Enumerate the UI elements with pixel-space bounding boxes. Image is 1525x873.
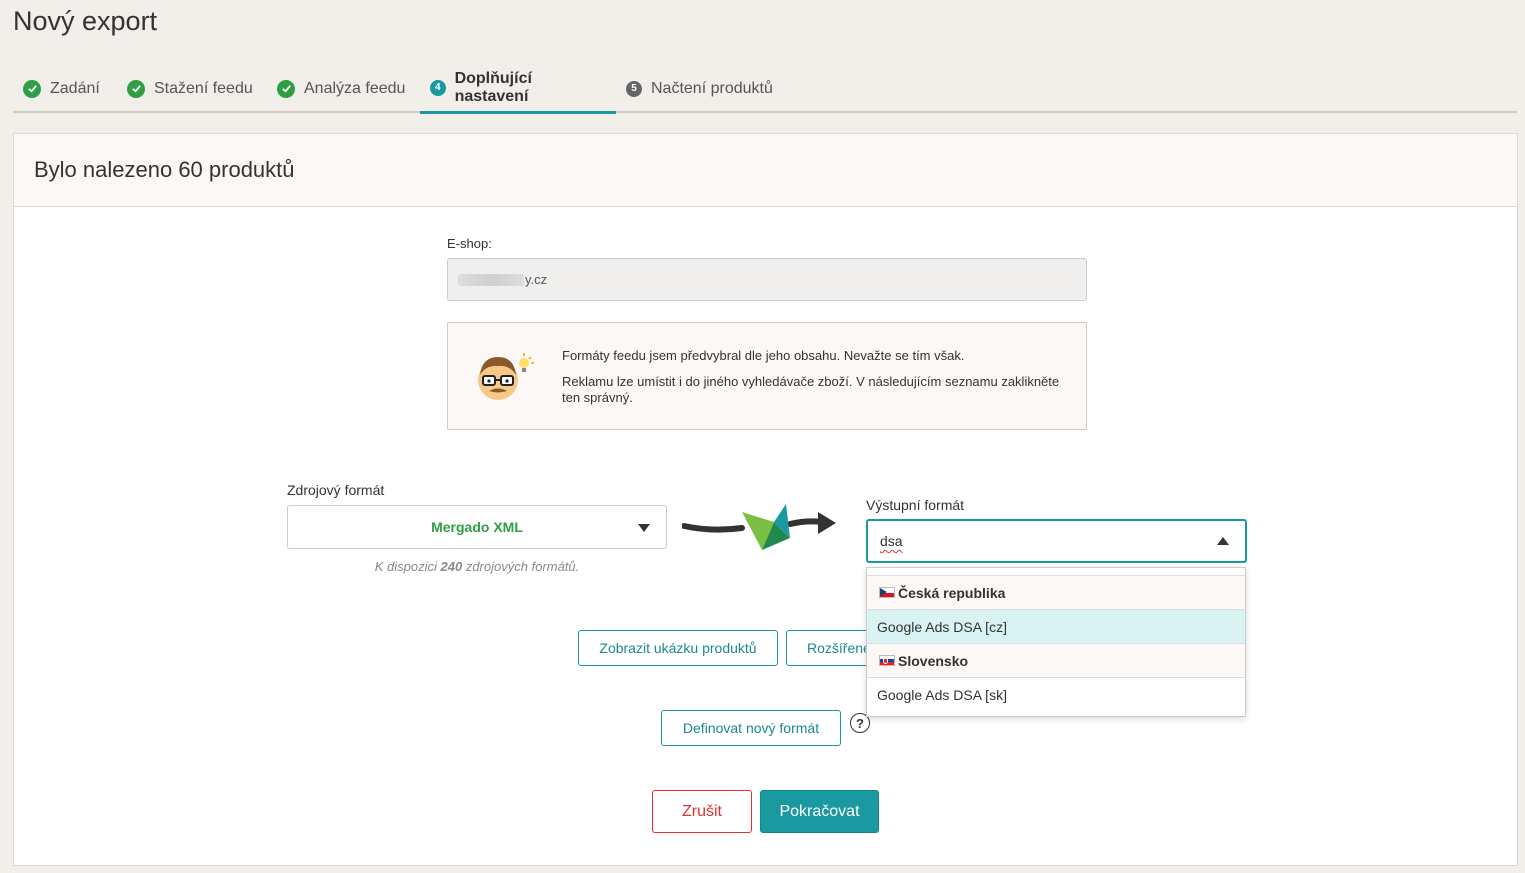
redacted-text	[458, 273, 524, 286]
source-format-select[interactable]: Mergado XML	[287, 505, 667, 549]
step-stazeni-feedu[interactable]: Stažení feedu	[117, 64, 263, 113]
caret-up-icon	[1217, 537, 1229, 545]
eshop-label: E-shop:	[447, 236, 492, 251]
step-nacteni-produktu[interactable]: 5 Načtení produktů	[616, 64, 783, 113]
eshop-value: y.cz	[525, 272, 548, 287]
group-label: Slovensko	[898, 652, 969, 669]
output-format-search[interactable]: dsa	[866, 519, 1247, 563]
card-title: Bylo nalezeno 60 produktů	[14, 134, 1517, 207]
slovak-flag-icon	[879, 655, 895, 666]
wizard-steps: Zadání Stažení feedu Analýza feedu 4 Dop…	[13, 64, 1517, 114]
group-label: Česká republika	[898, 584, 1006, 601]
continue-button[interactable]: Pokračovat	[760, 790, 879, 833]
step-doplnujici-nastaveni[interactable]: 4 Doplňující nastavení	[420, 64, 616, 114]
source-format-value: Mergado XML	[431, 519, 523, 535]
output-format-dropdown: Česká republika Google Ads DSA [cz] Slov…	[866, 567, 1246, 717]
note-prefix: K dispozici	[374, 559, 437, 574]
step-number-badge: 5	[626, 80, 642, 97]
dropdown-group-sk: Slovensko	[867, 643, 1245, 677]
hint-text-2: Reklamu lze umístit i do jiného vyhledáv…	[562, 374, 1060, 405]
show-preview-button[interactable]: Zobrazit ukázku produktů	[578, 630, 778, 666]
step-label: Načtení produktů	[651, 79, 773, 97]
source-format-note: K dispozici 240 zdrojových formátů.	[287, 559, 667, 574]
cancel-button[interactable]: Zrušit	[652, 790, 752, 833]
step-label: Doplňující nastavení	[454, 69, 532, 105]
mascot-icon	[478, 353, 534, 400]
output-format-input[interactable]: dsa	[880, 533, 903, 549]
step-number-badge: 4	[430, 79, 446, 96]
step-label: Stažení feedu	[154, 79, 253, 97]
step-analyza-feedu[interactable]: Analýza feedu	[267, 64, 415, 113]
export-card: Bylo nalezeno 60 produktů E-shop: y.cz F…	[13, 133, 1518, 866]
output-format-label: Výstupní formát	[866, 497, 965, 513]
check-icon	[23, 79, 41, 98]
define-format-button[interactable]: Definovat nový formát	[661, 710, 841, 746]
convert-arrow-icon	[682, 504, 836, 550]
caret-down-icon	[638, 524, 650, 532]
eshop-field: y.cz	[447, 258, 1087, 301]
step-label: Zadání	[50, 79, 100, 97]
dropdown-option[interactable]: Google Ads DSA [sk]	[867, 677, 1245, 711]
note-suffix: zdrojových formátů.	[465, 559, 580, 574]
hint-text-1: Formáty feedu jsem předvybral dle jeho o…	[562, 348, 965, 363]
step-label: Analýza feedu	[304, 79, 406, 97]
source-format-label: Zdrojový formát	[287, 482, 385, 498]
czech-flag-icon	[879, 587, 895, 598]
hint-box: Formáty feedu jsem předvybral dle jeho o…	[447, 322, 1087, 430]
page-title: Nový export	[13, 6, 158, 36]
note-count: 240	[440, 559, 463, 574]
dropdown-option[interactable]: Google Ads DSA [cz]	[867, 609, 1245, 643]
check-icon	[127, 79, 145, 98]
step-zadani[interactable]: Zadání	[13, 64, 110, 113]
dropdown-group-cz: Česká republika	[867, 575, 1245, 609]
check-icon	[277, 79, 295, 98]
